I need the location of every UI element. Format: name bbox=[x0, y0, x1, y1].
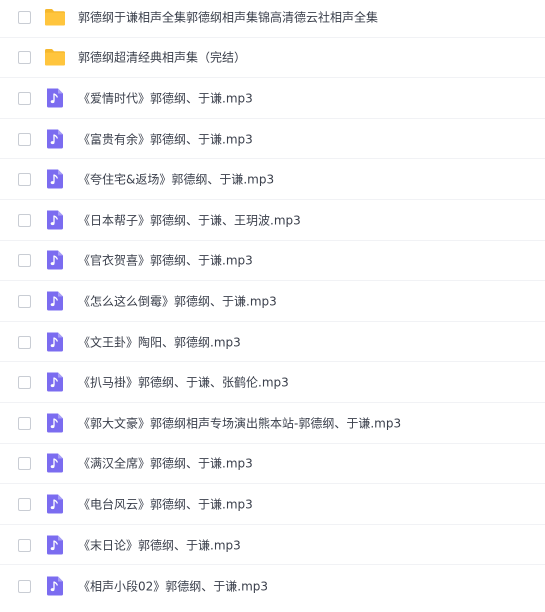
row-checkbox[interactable] bbox=[18, 497, 31, 511]
file-row[interactable]: 《官衣贺喜》郭德纲、于谦.mp3 bbox=[0, 241, 545, 282]
row-checkbox[interactable] bbox=[18, 213, 31, 227]
file-name[interactable]: 《文王卦》陶阳、郭德纲.mp3 bbox=[78, 333, 241, 350]
row-checkbox[interactable] bbox=[18, 579, 31, 593]
file-row[interactable]: 《电台风云》郭德纲、于谦.mp3 bbox=[0, 484, 545, 525]
row-checkbox[interactable] bbox=[18, 254, 31, 268]
row-checkbox[interactable] bbox=[18, 416, 31, 430]
music-note-icon bbox=[44, 210, 66, 230]
file-list: 郭德纲于谦相声全集郭德纲相声集锦高清德云社相声全集 郭德纲超清经典相声集（完结）… bbox=[0, 0, 545, 612]
music-note-icon bbox=[44, 576, 66, 596]
row-checkbox[interactable] bbox=[18, 10, 31, 24]
row-checkbox[interactable] bbox=[18, 173, 31, 187]
file-row[interactable]: 《末日论》郭德纲、于谦.mp3 bbox=[0, 525, 545, 566]
music-note-icon bbox=[44, 169, 66, 189]
file-row[interactable]: 《夸住宅&返场》郭德纲、于谦.mp3 bbox=[0, 159, 545, 200]
file-row[interactable]: 《郭大文豪》郭德纲相声专场演出熊本站-郭德纲、于谦.mp3 bbox=[0, 403, 545, 444]
row-checkbox[interactable] bbox=[18, 376, 31, 390]
row-checkbox[interactable] bbox=[18, 538, 31, 552]
music-note-icon bbox=[44, 372, 66, 392]
file-name[interactable]: 《末日论》郭德纲、于谦.mp3 bbox=[78, 536, 241, 553]
file-row[interactable]: 《爱情时代》郭德纲、于谦.mp3 bbox=[0, 78, 545, 119]
folder-icon bbox=[44, 7, 66, 27]
file-row[interactable]: 《富贵有余》郭德纲、于谦.mp3 bbox=[0, 119, 545, 160]
folder-icon bbox=[44, 47, 66, 67]
music-note-icon bbox=[44, 88, 66, 108]
row-checkbox[interactable] bbox=[18, 91, 31, 105]
music-note-icon bbox=[44, 332, 66, 352]
file-name[interactable]: 《夸住宅&返场》郭德纲、于谦.mp3 bbox=[78, 171, 274, 188]
music-note-icon bbox=[44, 413, 66, 433]
row-checkbox[interactable] bbox=[18, 132, 31, 146]
file-row[interactable]: 《相声小段02》郭德纲、于谦.mp3 bbox=[0, 565, 545, 606]
music-note-icon bbox=[44, 535, 66, 555]
file-row[interactable]: 《日本帮子》郭德纲、于谦、王玥波.mp3 bbox=[0, 200, 545, 241]
file-row[interactable]: 《满汉全席》郭德纲、于谦.mp3 bbox=[0, 444, 545, 485]
file-row[interactable]: 《怎么这么倒霉》郭德纲、于谦.mp3 bbox=[0, 281, 545, 322]
row-checkbox[interactable] bbox=[18, 335, 31, 349]
file-name[interactable]: 《日本帮子》郭德纲、于谦、王玥波.mp3 bbox=[78, 211, 301, 228]
file-name[interactable]: 郭德纲于谦相声全集郭德纲相声集锦高清德云社相声全集 bbox=[78, 8, 378, 25]
file-name[interactable]: 郭德纲超清经典相声集（完结） bbox=[78, 49, 246, 66]
music-note-icon bbox=[44, 291, 66, 311]
file-name[interactable]: 《扒马褂》郭德纲、于谦、张鹤伦.mp3 bbox=[78, 374, 289, 391]
file-row[interactable]: 《文王卦》陶阳、郭德纲.mp3 bbox=[0, 322, 545, 363]
row-checkbox[interactable] bbox=[18, 51, 31, 65]
file-name[interactable]: 《爱情时代》郭德纲、于谦.mp3 bbox=[78, 89, 253, 106]
music-note-icon bbox=[44, 250, 66, 270]
music-note-icon bbox=[44, 129, 66, 149]
row-checkbox[interactable] bbox=[18, 457, 31, 471]
file-name[interactable]: 《郭大文豪》郭德纲相声专场演出熊本站-郭德纲、于谦.mp3 bbox=[78, 414, 401, 431]
row-checkbox[interactable] bbox=[18, 294, 31, 308]
file-row[interactable]: 《扒马褂》郭德纲、于谦、张鹤伦.mp3 bbox=[0, 362, 545, 403]
file-name[interactable]: 《满汉全席》郭德纲、于谦.mp3 bbox=[78, 455, 253, 472]
file-name[interactable]: 《怎么这么倒霉》郭德纲、于谦.mp3 bbox=[78, 292, 277, 309]
music-note-icon bbox=[44, 453, 66, 473]
file-row[interactable]: 郭德纲于谦相声全集郭德纲相声集锦高清德云社相声全集 bbox=[0, 0, 545, 38]
file-name[interactable]: 《相声小段02》郭德纲、于谦.mp3 bbox=[78, 577, 268, 594]
file-row[interactable]: 郭德纲超清经典相声集（完结） bbox=[0, 38, 545, 79]
music-note-icon bbox=[44, 494, 66, 514]
file-name[interactable]: 《富贵有余》郭德纲、于谦.mp3 bbox=[78, 130, 253, 147]
file-name[interactable]: 《官衣贺喜》郭德纲、于谦.mp3 bbox=[78, 252, 253, 269]
file-name[interactable]: 《电台风云》郭德纲、于谦.mp3 bbox=[78, 495, 253, 512]
